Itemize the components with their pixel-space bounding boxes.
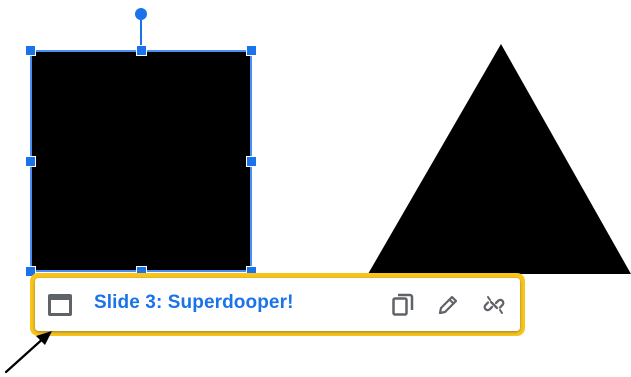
copy-icon (392, 293, 414, 316)
unlink-icon (483, 296, 505, 314)
resize-handle-top-center[interactable] (136, 45, 147, 56)
resize-handle-middle-left[interactable] (25, 156, 36, 167)
selection-frame (30, 50, 252, 272)
resize-handle-top-left[interactable] (25, 45, 36, 56)
triangle-shape[interactable] (368, 44, 631, 274)
remove-link-button[interactable] (479, 290, 509, 320)
slide-icon (48, 294, 72, 316)
rotation-stem (140, 16, 142, 48)
copy-link-button[interactable] (388, 290, 418, 320)
rotation-handle[interactable] (135, 8, 147, 20)
edit-link-button[interactable] (433, 290, 463, 320)
slide-link-label[interactable]: Slide 3: Superdooper! (94, 292, 294, 314)
slide-canvas[interactable]: Slide 3: Superdooper! (0, 0, 631, 377)
edit-pencil-icon (438, 295, 458, 315)
link-chip: Slide 3: Superdooper! (35, 278, 520, 331)
resize-handle-middle-right[interactable] (246, 156, 257, 167)
resize-handle-top-right[interactable] (246, 45, 257, 56)
pointer-arrow-icon (4, 331, 52, 374)
